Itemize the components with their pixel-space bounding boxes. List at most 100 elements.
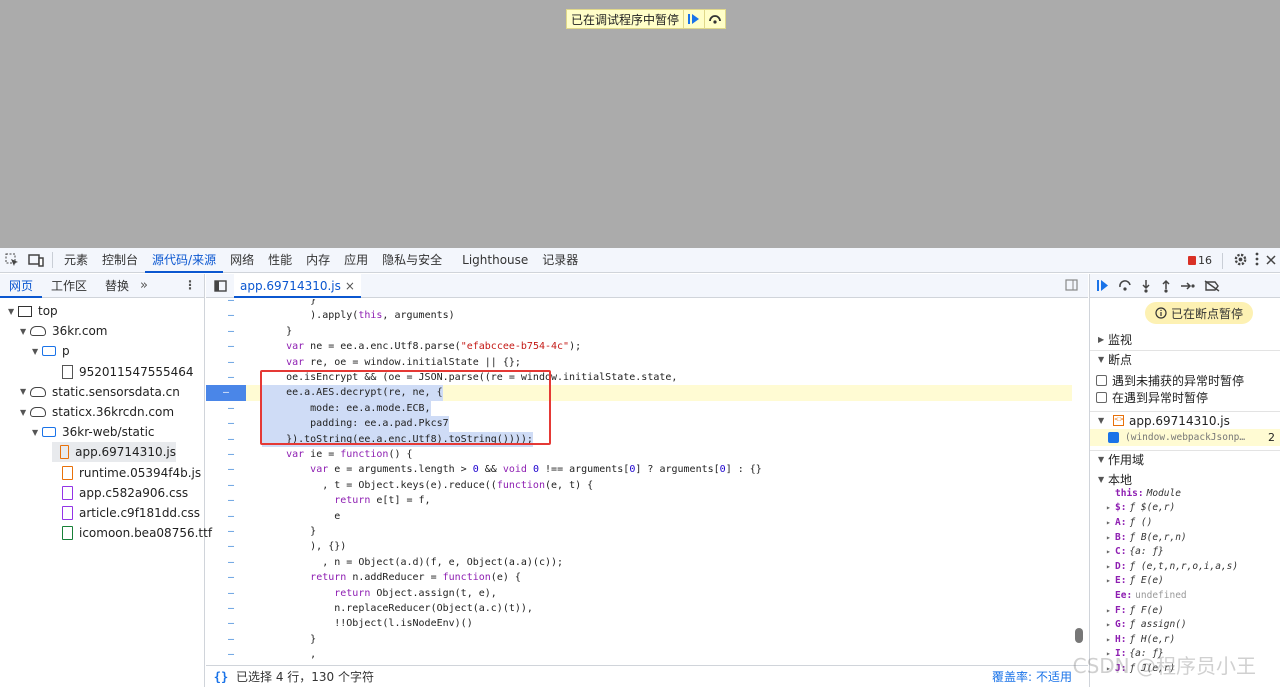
- expand-chevron-icon[interactable]: ▼: [20, 408, 30, 417]
- pause-uncaught-row[interactable]: 遇到未捕获的异常时暂停: [1096, 372, 1244, 389]
- code-line[interactable]: – var re, oe = window.initialState || {}…: [206, 355, 1072, 370]
- code-line[interactable]: – n.replaceReducer(Object(a.c)(t)),: [206, 601, 1072, 616]
- line-gutter[interactable]: –: [206, 570, 256, 585]
- line-gutter[interactable]: –: [206, 647, 256, 662]
- scope-variable[interactable]: ▸ B: ƒ B(e,r,n): [1106, 530, 1187, 545]
- code-line[interactable]: – , t = Object.keys(e).reduce((function(…: [206, 478, 1072, 493]
- deactivate-breakpoints-icon[interactable]: [1204, 279, 1220, 292]
- code-line[interactable]: – return Object.assign(t, e),: [206, 586, 1072, 601]
- tab-sources[interactable]: 源代码/来源: [145, 248, 224, 273]
- nav-tab-overrides[interactable]: 替换: [96, 274, 138, 298]
- tab-memory[interactable]: 内存: [299, 248, 337, 273]
- line-gutter[interactable]: –: [206, 632, 256, 647]
- step-icon[interactable]: [1180, 280, 1196, 292]
- expand-chevron-icon[interactable]: ▼: [20, 387, 30, 396]
- tab-performance[interactable]: 性能: [261, 248, 299, 273]
- expand-chevron-icon[interactable]: ▸: [1106, 547, 1112, 556]
- code-line[interactable]: – e: [206, 509, 1072, 524]
- tree-item[interactable]: ▼ static.sensorsdata.cn: [20, 382, 180, 402]
- line-gutter[interactable]: –: [206, 493, 256, 508]
- close-devtools-button[interactable]: [1266, 254, 1276, 268]
- scope-variable[interactable]: ▸ C: {a: ƒ}: [1106, 544, 1164, 559]
- more-options-button[interactable]: [1254, 252, 1260, 269]
- pause-caught-row[interactable]: 在遇到异常时暂停: [1096, 389, 1208, 406]
- tree-item[interactable]: ▼ 36kr.com: [20, 321, 108, 341]
- tree-item[interactable]: ▼ top: [8, 301, 58, 321]
- line-gutter[interactable]: –: [206, 370, 256, 385]
- expand-chevron-icon[interactable]: ▸: [1106, 503, 1112, 512]
- tree-item[interactable]: 952011547555464: [52, 362, 194, 382]
- code-line[interactable]: – var e = arguments.length > 0 && void 0…: [206, 462, 1072, 477]
- expand-chevron-icon[interactable]: ▸: [1106, 576, 1112, 585]
- line-gutter[interactable]: –: [206, 385, 246, 401]
- code-line[interactable]: – }: [206, 524, 1072, 539]
- line-gutter[interactable]: –: [206, 478, 256, 493]
- tree-item[interactable]: ▼ 36kr-web/static: [32, 422, 155, 442]
- expand-chevron-icon[interactable]: ▼: [8, 307, 18, 316]
- expand-chevron-icon[interactable]: ▸: [1106, 533, 1112, 542]
- code-line[interactable]: – ).apply(this, arguments): [206, 308, 1072, 323]
- code-line[interactable]: – , n = Object(a.d)(f, e, Object(a.a)(c)…: [206, 555, 1072, 570]
- expand-chevron-icon[interactable]: ▸: [1106, 606, 1112, 615]
- tab-console[interactable]: 控制台: [95, 248, 145, 273]
- tree-item[interactable]: app.c582a906.css: [52, 483, 188, 503]
- navigator-menu-button[interactable]: ⋮: [184, 278, 196, 292]
- scope-variable[interactable]: ▸ A: ƒ (): [1106, 515, 1152, 530]
- scope-variable[interactable]: ▸ D: ƒ (e,t,n,r,o,i,a,s): [1106, 559, 1238, 574]
- tab-network[interactable]: 网络: [223, 248, 261, 273]
- coverage-value[interactable]: 不适用: [1036, 668, 1072, 685]
- scope-variable[interactable]: ▸ E: ƒ E(e): [1106, 574, 1164, 589]
- tab-lighthouse[interactable]: Lighthouse: [455, 248, 535, 273]
- tree-item[interactable]: runtime.05394f4b.js: [52, 463, 201, 483]
- tree-item[interactable]: icomoon.bea08756.ttf: [52, 523, 212, 543]
- line-gutter[interactable]: –: [206, 601, 256, 616]
- tab-privacy-security[interactable]: 隐私与安全: [375, 248, 449, 273]
- line-gutter[interactable]: –: [206, 432, 256, 447]
- expand-chevron-icon[interactable]: ▸: [1106, 518, 1112, 527]
- line-gutter[interactable]: –: [206, 462, 256, 477]
- code-line[interactable]: – var ie = function() {: [206, 447, 1072, 462]
- toggle-debugger-button[interactable]: [1065, 279, 1078, 294]
- watch-section[interactable]: ▶ 监视: [1090, 330, 1280, 348]
- line-gutter[interactable]: –: [206, 509, 256, 524]
- expand-chevron-icon[interactable]: ▸: [1106, 620, 1112, 629]
- line-gutter[interactable]: –: [206, 447, 256, 462]
- scope-variable[interactable]: ▸ H: ƒ H(e,r): [1106, 632, 1175, 647]
- scope-section[interactable]: ▼ 作用域: [1090, 450, 1280, 468]
- scope-variable[interactable]: ▸ $: ƒ $(e,r): [1106, 501, 1175, 516]
- tree-item[interactable]: article.c9f181dd.css: [52, 503, 200, 523]
- line-gutter[interactable]: –: [206, 524, 256, 539]
- step-over-button[interactable]: [704, 10, 725, 28]
- editor-tab-file[interactable]: app.69714310.js ×: [234, 273, 361, 298]
- breakpoints-section[interactable]: ▼ 断点: [1090, 350, 1280, 368]
- pause-uncaught-checkbox[interactable]: [1096, 375, 1107, 386]
- breakpoint-file-row[interactable]: ▼ <> app.69714310.js: [1090, 411, 1280, 429]
- more-tabs-chevron-icon[interactable]: »: [140, 278, 148, 293]
- inspect-element-button[interactable]: [0, 248, 24, 272]
- line-gutter[interactable]: –: [206, 416, 256, 431]
- nav-tab-page[interactable]: 网页: [0, 274, 43, 298]
- close-tab-icon[interactable]: ×: [345, 274, 355, 296]
- tree-item[interactable]: app.69714310.js: [52, 442, 176, 463]
- code-line[interactable]: – var ne = ee.a.enc.Utf8.parse("efabccee…: [206, 339, 1072, 354]
- code-line[interactable]: – }: [206, 324, 1072, 339]
- breakpoint-checkbox[interactable]: [1108, 432, 1119, 443]
- code-line[interactable]: – ), {}): [206, 539, 1072, 554]
- tree-item[interactable]: ▼ staticx.36krcdn.com: [20, 402, 174, 422]
- tree-item[interactable]: ▼ p: [32, 341, 70, 361]
- tab-elements[interactable]: 元素: [57, 248, 95, 273]
- tab-recorder[interactable]: 记录器: [535, 248, 585, 273]
- resume-button[interactable]: [683, 10, 704, 28]
- resume-icon[interactable]: [1096, 279, 1110, 292]
- toggle-navigator-button[interactable]: [206, 279, 234, 292]
- code-line[interactable]: – ,: [206, 647, 1072, 662]
- step-into-icon[interactable]: [1140, 279, 1152, 293]
- issues-badge[interactable]: 16: [1188, 254, 1212, 267]
- editor-scrollbar[interactable]: [1075, 628, 1083, 643]
- line-gutter[interactable]: –: [206, 586, 256, 601]
- code-line[interactable]: – return e[t] = f,: [206, 493, 1072, 508]
- line-gutter[interactable]: –: [206, 539, 256, 554]
- expand-chevron-icon[interactable]: ▸: [1106, 562, 1112, 571]
- line-gutter[interactable]: –: [206, 299, 256, 308]
- code-line[interactable]: – }: [206, 632, 1072, 647]
